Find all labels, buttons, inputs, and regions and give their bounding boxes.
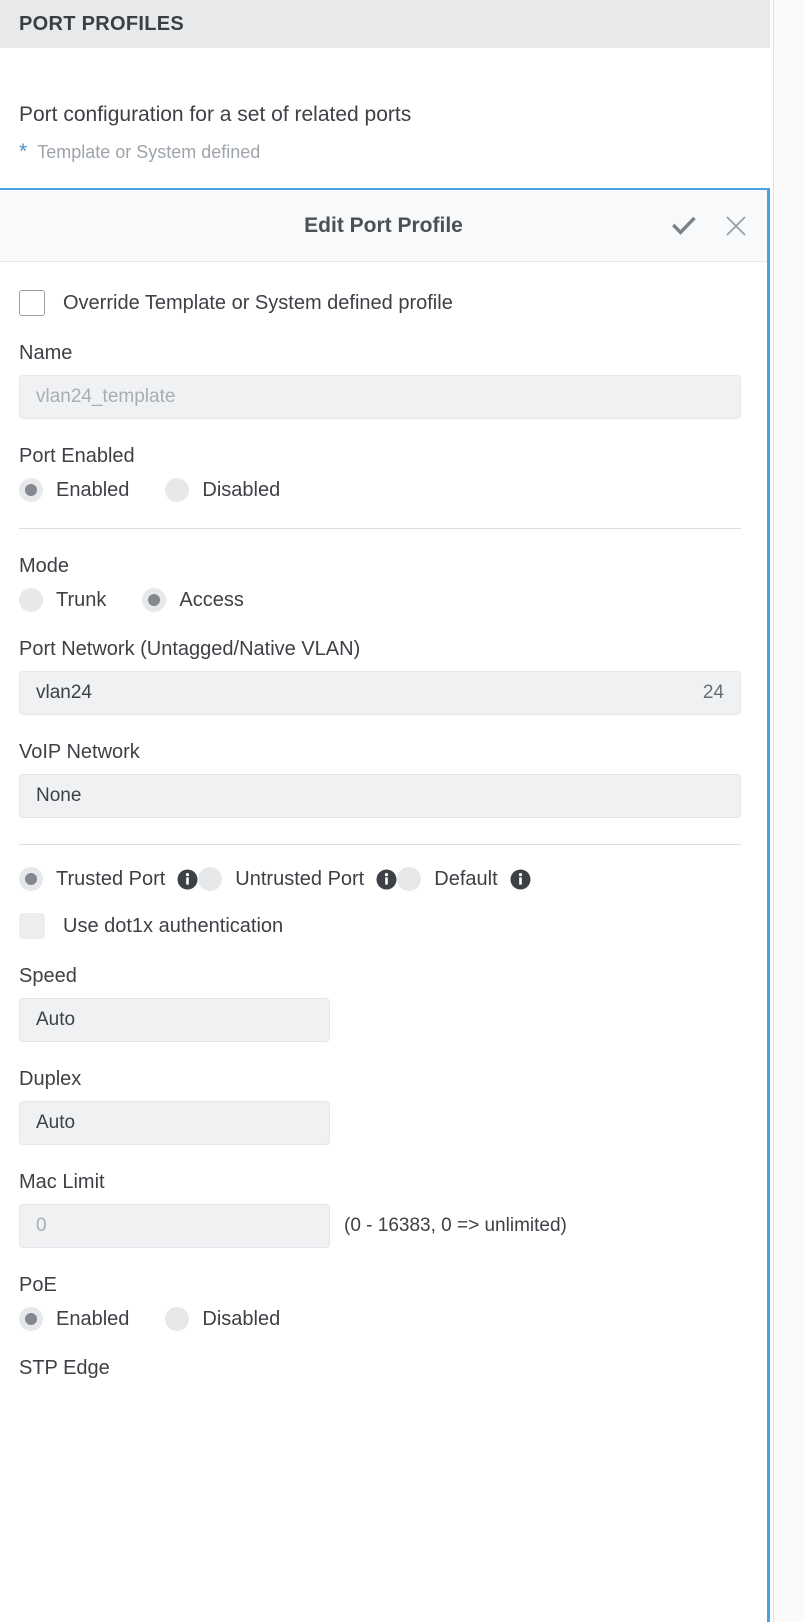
port-enabled-enabled-label: Enabled	[56, 478, 130, 501]
trust-default-label: Default	[434, 867, 498, 890]
poe-disabled-label: Disabled	[202, 1307, 281, 1330]
subtitle-block: Port configuration for a set of related …	[0, 48, 770, 188]
speed-select[interactable]: Auto	[19, 998, 330, 1042]
mode-option-trunk[interactable]: Trunk	[19, 588, 106, 612]
radio-mark-selected-icon	[19, 867, 43, 891]
close-icon[interactable]	[723, 213, 749, 239]
mac-limit-row: 0 (0 - 16383, 0 => unlimited)	[19, 1204, 748, 1248]
radio-mark-selected-icon	[142, 588, 167, 612]
radio-mark-selected-icon	[19, 478, 43, 502]
dialog-title: Edit Port Profile	[304, 213, 463, 237]
trust-trusted-label: Trusted Port	[56, 867, 166, 890]
page-header: PORT PROFILES	[0, 0, 770, 48]
port-enabled-label: Port Enabled	[19, 445, 135, 467]
speed-label: Speed	[19, 965, 77, 987]
duplex-select[interactable]: Auto	[19, 1101, 330, 1145]
port-enabled-radio-group: Enabled Disabled	[19, 478, 748, 502]
port-enabled-option-disabled[interactable]: Disabled	[165, 478, 280, 502]
port-enabled-option-enabled[interactable]: Enabled	[19, 478, 129, 502]
port-enabled-disabled-label: Disabled	[202, 478, 281, 501]
radio-mark-icon	[198, 867, 223, 891]
trust-option-default[interactable]: Default	[397, 867, 498, 891]
legend-label: Template or System defined	[37, 142, 261, 162]
legend: * Template or System defined	[19, 141, 260, 163]
duplex-label: Duplex	[19, 1068, 82, 1090]
page-description: Port configuration for a set of related …	[19, 103, 412, 126]
dot1x-checkbox-label: Use dot1x authentication	[63, 914, 284, 937]
poe-option-disabled[interactable]: Disabled	[165, 1307, 280, 1331]
dialog-body: Override Template or System defined prof…	[0, 290, 767, 1380]
dot1x-checkbox[interactable]	[19, 913, 45, 939]
radio-mark-icon	[165, 478, 190, 502]
stp-edge-label: STP Edge	[19, 1357, 110, 1379]
divider-2	[19, 844, 741, 845]
mode-trunk-label: Trunk	[56, 588, 107, 611]
dialog-header: Edit Port Profile	[0, 190, 767, 262]
dialog-actions	[671, 190, 749, 262]
mode-access-label: Access	[179, 588, 244, 611]
radio-mark-icon	[19, 588, 43, 612]
info-icon[interactable]	[376, 869, 397, 890]
poe-radio-group: Enabled Disabled	[19, 1307, 748, 1331]
info-icon[interactable]	[177, 869, 198, 890]
name-input[interactable]: vlan24_template	[19, 375, 741, 419]
voip-network-select[interactable]: None	[19, 774, 741, 818]
divider-1	[19, 528, 741, 529]
voip-network-label: VoIP Network	[19, 741, 140, 763]
mode-radio-group: Trunk Access	[19, 588, 748, 612]
checkmark-icon[interactable]	[671, 213, 697, 239]
mode-label: Mode	[19, 555, 70, 577]
radio-mark-selected-icon	[19, 1307, 43, 1331]
port-network-label: Port Network (Untagged/Native VLAN)	[19, 638, 361, 660]
trust-radio-group: Trusted Port Untrusted Port Default	[19, 867, 748, 891]
poe-label: PoE	[19, 1274, 57, 1296]
port-network-value: vlan24	[36, 682, 92, 703]
app-root: PORT PROFILES Port configuration for a s…	[0, 0, 804, 1622]
poe-option-enabled[interactable]: Enabled	[19, 1307, 129, 1331]
trust-untrusted-label: Untrusted Port	[235, 867, 365, 890]
radio-mark-icon	[165, 1307, 190, 1331]
radio-mark-icon	[397, 867, 422, 891]
port-network-select[interactable]: vlan24 24	[19, 671, 741, 715]
mac-limit-input[interactable]: 0	[19, 1204, 330, 1248]
mac-limit-hint: (0 - 16383, 0 => unlimited)	[344, 1215, 567, 1236]
override-checkbox-label: Override Template or System defined prof…	[63, 291, 453, 314]
poe-enabled-label: Enabled	[56, 1307, 130, 1330]
page-title: PORT PROFILES	[19, 12, 185, 35]
mac-limit-label: Mac Limit	[19, 1171, 105, 1193]
asterisk-icon: *	[19, 140, 28, 163]
trust-option-untrusted[interactable]: Untrusted Port	[198, 867, 364, 891]
page-scrollbar[interactable]	[773, 0, 804, 1622]
mode-option-access[interactable]: Access	[142, 588, 244, 612]
edit-port-profile-dialog: Edit Port Profile Override Template or S…	[0, 188, 770, 1622]
override-checkbox[interactable]	[19, 290, 45, 316]
dot1x-checkbox-row[interactable]: Use dot1x authentication	[19, 913, 748, 939]
port-network-vlan-id: 24	[702, 682, 724, 703]
override-checkbox-row[interactable]: Override Template or System defined prof…	[19, 290, 748, 316]
name-label: Name	[19, 342, 73, 364]
info-icon[interactable]	[510, 869, 531, 890]
trust-option-trusted[interactable]: Trusted Port	[19, 867, 165, 891]
